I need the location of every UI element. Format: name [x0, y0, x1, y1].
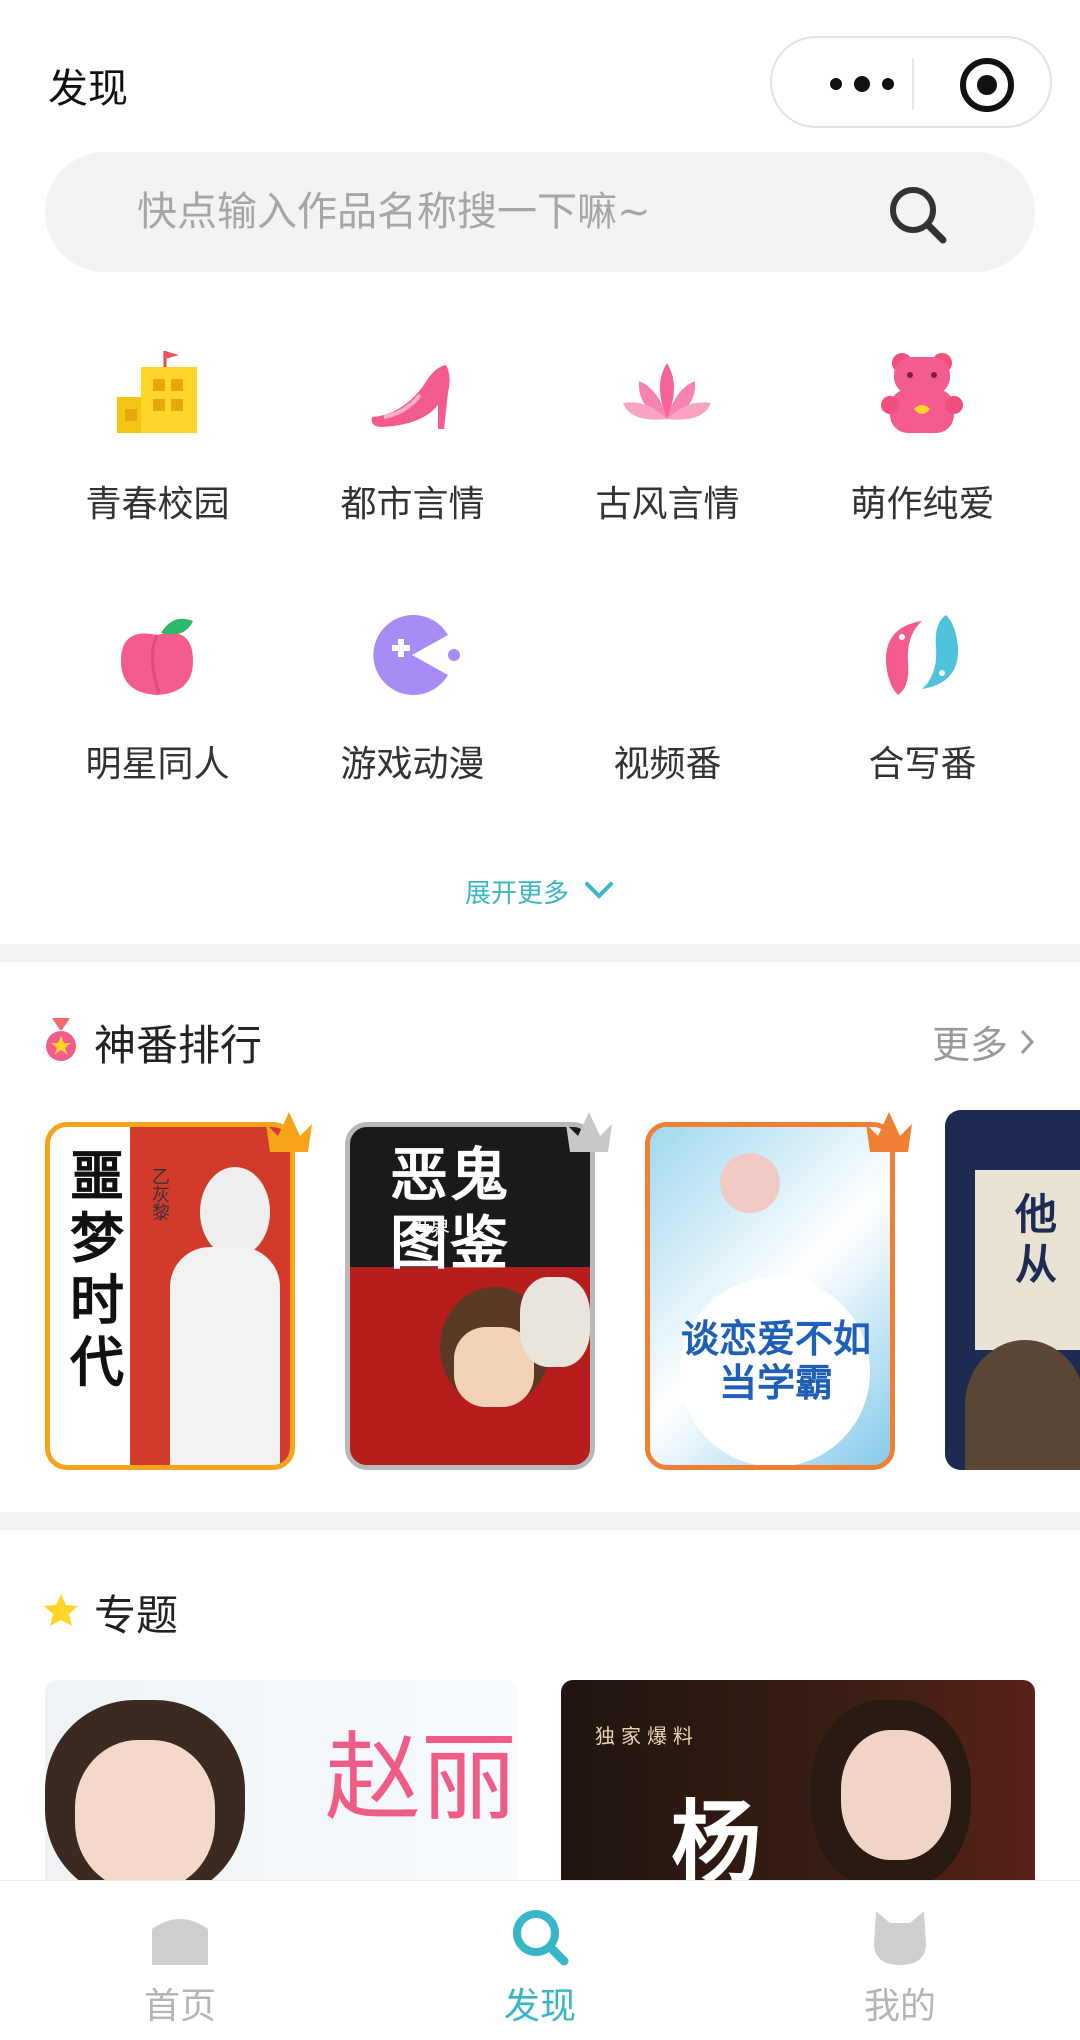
- topic-card-2[interactable]: 独家爆料 杨: [561, 1680, 1035, 1880]
- search-icon[interactable]: [885, 182, 951, 248]
- expand-more-button[interactable]: 展开更多: [440, 866, 640, 916]
- category-item-celebrity-fanfic[interactable]: 明星同人: [30, 605, 285, 825]
- cover-figure: [200, 1167, 270, 1257]
- ranking-book-1[interactable]: 噩梦时代 乙灰黎: [45, 1122, 295, 1470]
- lotus-icon: [623, 363, 711, 420]
- category-label: 青春校园: [85, 484, 230, 525]
- category-label: 都市言情: [340, 484, 485, 525]
- mini-program-capsule[interactable]: [770, 36, 1052, 128]
- expand-more-label: 展开更多: [464, 878, 569, 909]
- cover-figure-body: [170, 1247, 280, 1465]
- category-item-game-anime[interactable]: 游戏动漫: [285, 605, 540, 825]
- top-bar: 发现: [0, 0, 1080, 150]
- star-icon: [44, 1594, 78, 1626]
- ranking-title: 神番排行: [94, 1021, 263, 1070]
- category-item-campus[interactable]: 青春校园: [30, 345, 285, 565]
- category-label: 视频番: [613, 744, 722, 785]
- tab-home[interactable]: 首页: [0, 1881, 360, 2040]
- search-bar[interactable]: [45, 152, 1035, 272]
- book-cover-title: 噩梦时代: [70, 1144, 124, 1394]
- topic-cover-text: 赵丽: [325, 1722, 517, 1834]
- topic-face: [75, 1740, 215, 1880]
- close-target-icon[interactable]: [960, 58, 1014, 112]
- tab-label: 发现: [503, 1986, 576, 2027]
- category-label: 明星同人: [85, 744, 230, 785]
- pacman-icon: [373, 615, 460, 695]
- chevron-down-icon: [585, 882, 613, 899]
- section-separator: [0, 944, 1080, 962]
- cat-profile-icon: [874, 1911, 926, 1965]
- book-cover-title: 恶鬼图鉴: [390, 1141, 511, 1277]
- ranking-book-3[interactable]: 谈恋爱不如当学霸: [645, 1122, 895, 1470]
- home-icon: [152, 1919, 208, 1965]
- category-item-cute-pure-love[interactable]: 萌作纯爱: [795, 345, 1050, 565]
- crown-silver-icon: [566, 1112, 612, 1152]
- tab-discover[interactable]: 发现: [360, 1881, 720, 2040]
- topics-title: 专题: [94, 1591, 179, 1640]
- discover-search-icon: [513, 1910, 569, 1966]
- tab-label: 首页: [143, 1986, 216, 2027]
- topic-card-1[interactable]: 赵丽: [45, 1680, 519, 1880]
- topics-section-header: 专题: [0, 1572, 1080, 1642]
- page-title: 发现: [48, 66, 128, 112]
- category-item-co-writing[interactable]: 合写番: [795, 605, 1050, 825]
- topic-cover-text: 杨: [671, 1790, 761, 1880]
- ranking-book-4[interactable]: 他从: [945, 1110, 1080, 1470]
- cover-figure: [720, 1153, 780, 1213]
- tab-label: 我的: [863, 1986, 936, 2027]
- medal-icon: [46, 1018, 76, 1061]
- category-label: 古风言情: [595, 484, 740, 525]
- crown-bronze-icon: [866, 1112, 912, 1152]
- gummy-bear-icon: [881, 353, 963, 433]
- topic-tagline: 独家爆料: [595, 1724, 699, 1748]
- topic-face: [841, 1730, 951, 1860]
- peach-icon: [121, 618, 193, 695]
- category-item-ancient-romance[interactable]: 古风言情: [540, 345, 795, 565]
- chevron-right-icon: [1020, 1029, 1035, 1054]
- search-input[interactable]: [137, 182, 897, 242]
- bottom-tab-bar: 首页 发现 我的: [0, 1880, 1080, 2040]
- book-cover-title: 谈恋爱不如当学霸: [680, 1316, 871, 1405]
- category-label: 合写番: [868, 744, 977, 785]
- book-cover-title: 他从: [1015, 1190, 1058, 1289]
- more-label: 更多: [931, 1023, 1008, 1067]
- school-building-icon: [117, 351, 197, 433]
- cover-figure: [965, 1340, 1080, 1470]
- category-label: 游戏动漫: [340, 744, 485, 785]
- crown-gold-icon: [266, 1112, 312, 1152]
- capsule-divider: [912, 58, 914, 110]
- category-label: 萌作纯爱: [850, 484, 995, 525]
- section-separator: [0, 1512, 1080, 1530]
- category-item-urban-romance[interactable]: 都市言情: [285, 345, 540, 565]
- ranking-section-header: 神番排行 更多: [0, 1002, 1080, 1072]
- ranking-book-2[interactable]: 恶鬼图鉴 世界: [345, 1122, 595, 1470]
- tab-mine[interactable]: 我的: [720, 1881, 1080, 2040]
- book-cover-subtitle: 乙灰黎: [149, 1167, 170, 1221]
- ranking-more-link[interactable]: 更多: [932, 1014, 1036, 1069]
- more-options-icon[interactable]: [812, 68, 912, 100]
- book-cover-subtitle: 世界: [410, 1217, 450, 1241]
- category-item-video-series[interactable]: 视频番: [540, 605, 795, 825]
- dolphins-icon: [885, 615, 959, 695]
- cover-skull: [520, 1277, 590, 1367]
- high-heel-icon: [371, 365, 450, 429]
